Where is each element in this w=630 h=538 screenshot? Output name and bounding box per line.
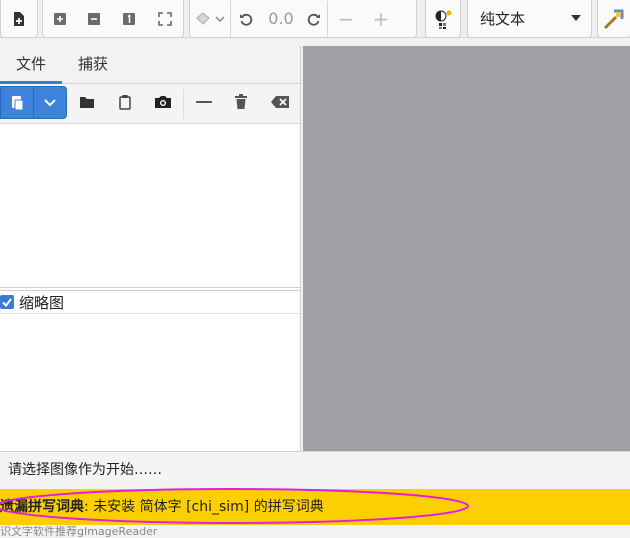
thumbnails-checkbox[interactable] [0,295,14,309]
fullscreen-icon [158,11,172,26]
checkmark-icon [2,297,12,307]
warning-title: 遗漏拼写词典 [0,499,84,515]
add-source-button[interactable] [1,87,33,118]
tab-files[interactable]: 文件 [0,46,63,84]
rotate-right-icon [307,13,320,26]
chevron-down-icon [571,15,581,21]
screenshot-button[interactable] [153,92,173,112]
image-canvas[interactable] [303,46,630,451]
dictionary-warning-banner: 遗漏拼写词典: 未安装 简体字 [chi_sim] 的拼写词典 [0,489,630,525]
sidebar: 文件 捕获 缩略图 [0,46,301,451]
toolbar-separator [183,89,184,119]
rotate-left-button[interactable] [231,1,261,37]
add-source-split-button[interactable] [0,86,67,119]
clipboard-icon [119,95,131,110]
zoom-in-button[interactable]: + [364,1,398,37]
footer-text: 识文字软件推荐gImageReader [0,525,158,538]
folder-icon [80,97,94,108]
output-mode-label: 纯文本 [480,10,526,28]
main-toolbar: 0.0 − + 纯文本 [0,0,630,38]
one-to-one-icon [123,12,135,25]
backspace-icon [271,96,289,108]
rotate-shape-icon [196,11,225,25]
warning-message: : 未安装 简体字 [chi_sim] 的拼写词典 [84,499,324,515]
original-size-button[interactable] [111,1,147,37]
open-folder-button[interactable] [77,92,97,112]
recognize-button[interactable] [598,1,630,37]
toolbar-group-color [425,0,461,38]
thumbnails-label: 缩略图 [19,293,65,312]
sources-toolbar [0,84,300,124]
plus-box-icon [54,12,66,25]
toolbar-group-add [0,0,38,38]
paste-document-icon [12,95,24,110]
status-bar: 请选择图像作为开始…… [0,451,630,489]
paste-clipboard-button[interactable] [115,92,135,112]
clear-sources-button[interactable] [270,92,290,112]
rotate-mode-dropdown[interactable] [190,1,230,37]
thumbnails-toggle[interactable]: 缩略图 [0,290,300,314]
status-message: 请选择图像作为开始…… [8,462,162,478]
camera-icon [155,96,171,108]
output-mode-select[interactable]: 纯文本 [467,0,592,38]
rotate-left-icon [240,13,253,26]
zoom-in-view-button[interactable] [43,1,77,37]
chevron-down-icon [44,98,56,106]
delete-source-button[interactable] [231,92,251,112]
toolbar-group-rotate: 0.0 − + [189,0,417,38]
zoom-out-button[interactable]: − [328,1,364,37]
zoom-out-view-button[interactable] [77,1,111,37]
minus-icon [196,101,212,103]
toolbar-group-view [42,0,184,38]
add-document-icon [14,11,24,26]
sidebar-tabs: 文件 捕获 [0,46,300,84]
source-list[interactable] [0,124,300,288]
rotate-right-button[interactable] [301,1,327,37]
magic-wand-icon [603,9,624,29]
image-controls-button[interactable] [426,1,460,37]
rotation-value[interactable]: 0.0 [261,9,301,28]
tab-capture[interactable]: 捕获 [62,46,124,84]
remove-source-button[interactable] [194,92,214,112]
minus-box-icon [88,12,100,25]
toolbar-group-recognize [597,0,630,38]
add-source-dropdown[interactable] [33,87,66,118]
trash-icon [235,94,247,109]
fit-window-button[interactable] [147,1,183,37]
add-image-button[interactable] [1,1,37,37]
footer-caption: 识文字软件推荐gImageReader [0,525,630,538]
brightness-contrast-icon [435,10,452,29]
